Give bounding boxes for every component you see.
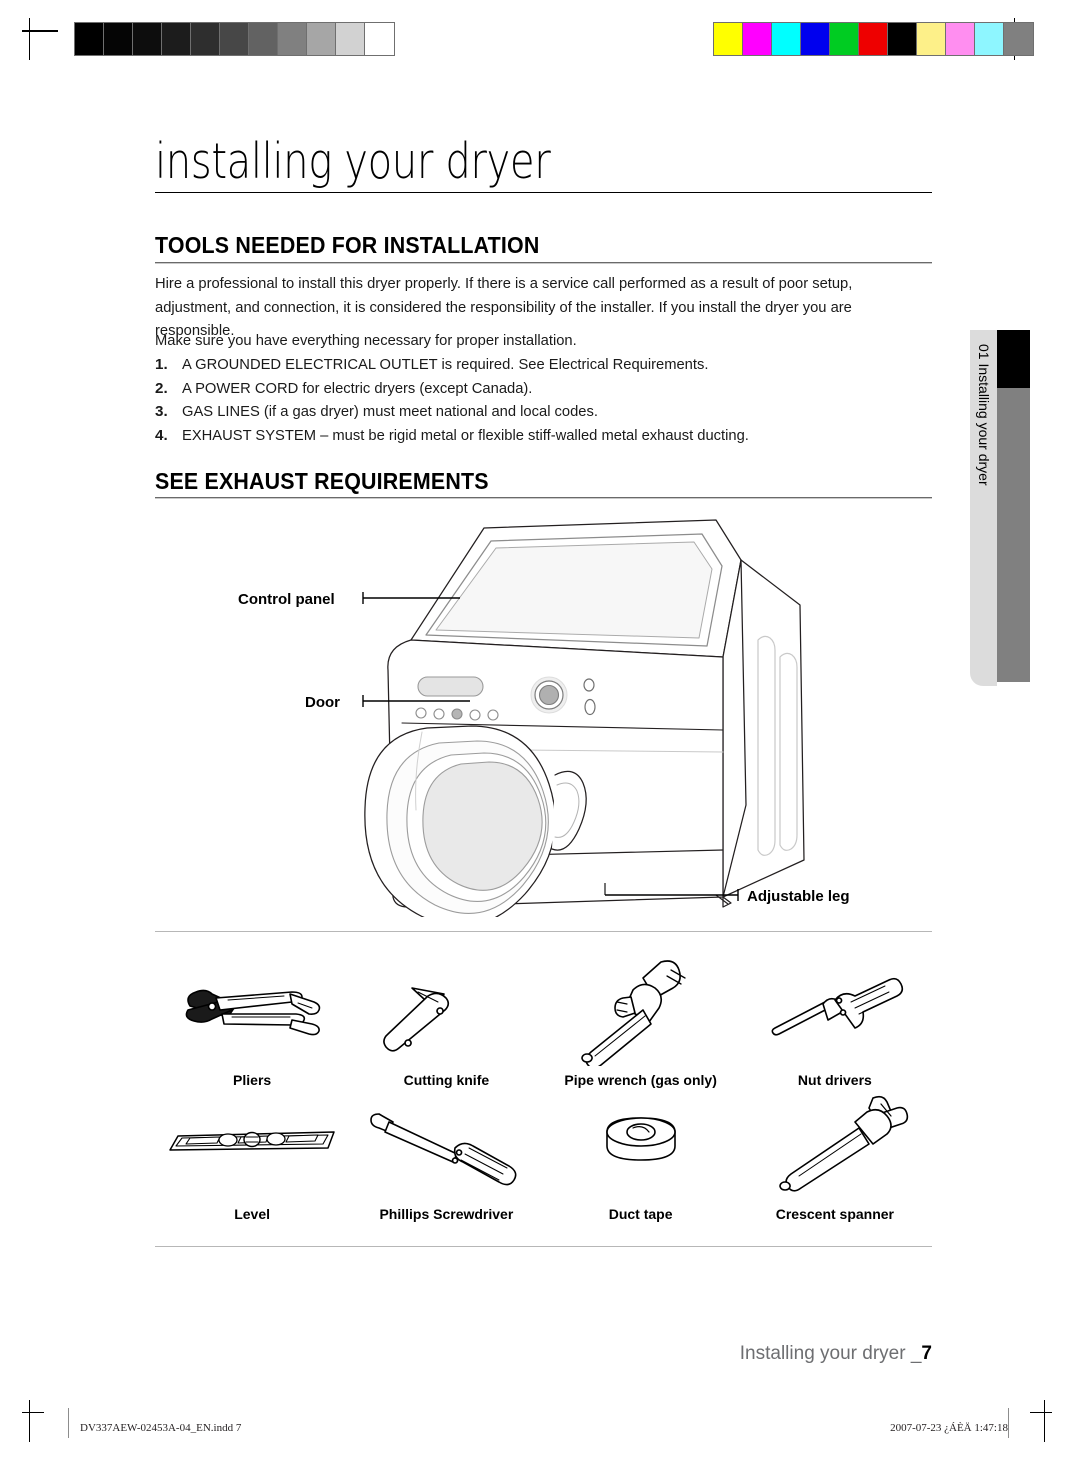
tool-cell-nut-drivers: Nut drivers [738,952,932,1088]
crop-mark-bottom-left-horizontal [22,1412,44,1413]
crop-mark-top-left-horizontal [22,30,58,32]
tools-needed-list: 1. A GROUNDED ELECTRICAL OUTLET is requi… [155,353,945,447]
grayscale-calibration-bar [74,22,395,56]
calibration-swatch [714,23,743,55]
calibration-swatch [278,23,307,55]
tool-cell-duct-tape: Duct tape [544,1086,738,1222]
paragraph-check-everything: Make sure you have everything necessary … [155,332,577,349]
list-item-text: A POWER CORD for electric dryers (except… [182,379,533,397]
tools-grid-row-2: Level Phillips Screwdriver Duct tape Cre… [155,1086,932,1222]
calibration-swatch [772,23,801,55]
nut-drivers-icon [738,952,932,1070]
list-item: 2. A POWER CORD for electric dryers (exc… [155,377,945,401]
tool-cell-level: Level [155,1086,349,1222]
calibration-swatch [75,23,104,55]
calibration-swatch [307,23,336,55]
calibration-swatch [191,23,220,55]
pipe-wrench-icon [544,952,738,1070]
tool-label: Duct tape [608,1206,673,1222]
calibration-swatch [365,23,394,55]
calibration-swatch [888,23,917,55]
section-heading-tools-needed: TOOLS NEEDED FOR INSTALLATION [155,232,540,258]
chapter-thumb-tab-label: 01 Installing your dryer [976,344,992,486]
list-item-number: 4. [155,426,168,444]
calibration-swatch [946,23,975,55]
tools-grid-row-1: Pliers Cutting knife Pipe wrench (gas on… [155,952,932,1088]
chapter-thumb-tab: 01 Installing your dryer [970,330,1030,686]
page-number: 7 [921,1343,932,1364]
calibration-swatch [162,23,191,55]
crop-mark-bottom-right-vertical [1044,1400,1045,1442]
calibration-swatch [917,23,946,55]
front-load-dryer-diagram: Control panel Door Adjustable leg [150,505,940,927]
section-heading-see-exhaust-requirements: SEE EXHAUST REQUIREMENTS [155,468,489,494]
list-item-text: EXHAUST SYSTEM – must be rigid metal or … [182,426,749,444]
calibration-swatch [975,23,1004,55]
chapter-thumb-tab-black-block [997,330,1030,388]
calibration-swatch [249,23,278,55]
tool-cell-cutting-knife: Cutting knife [349,952,543,1088]
tool-cell-pliers: Pliers [155,952,349,1088]
list-item: 4. EXHAUST SYSTEM – must be rigid metal … [155,424,945,448]
calibration-swatch [220,23,249,55]
cutting-knife-icon [349,952,543,1070]
calibration-swatch [1004,23,1033,55]
crescent-spanner-icon [738,1086,932,1204]
crop-mark-bottom-left-vertical [29,1400,30,1442]
pliers-icon [155,952,349,1070]
list-item-text: GAS LINES (if a gas dryer) must meet nat… [182,403,598,420]
list-item-number: 1. [155,356,168,373]
calibration-swatch [104,23,133,55]
color-calibration-bar [713,22,1034,56]
running-footer: Installing your dryer _7 [155,1343,932,1365]
running-footer-title: Installing your dryer _ [739,1343,922,1364]
list-item: 3. GAS LINES (if a gas dryer) must meet … [155,400,945,424]
calibration-swatch [830,23,859,55]
print-footer-divider-left [68,1408,69,1438]
page-title: installing your dryer [155,133,551,190]
duct-tape-icon [544,1086,738,1204]
tools-rule-bottom [155,1246,932,1247]
calibration-swatch [336,23,365,55]
title-rule [155,192,932,193]
tool-label: Phillips Screwdriver [379,1206,514,1222]
crop-mark-bottom-right-horizontal [1030,1412,1052,1413]
list-item-number: 2. [155,379,168,397]
print-footer-timestamp: 2007-07-23 ¿ÁÈÄ 1:47:18 [890,1422,1008,1434]
tools-rule-top [155,931,932,932]
phillips-screwdriver-icon [349,1086,543,1204]
tool-label: Crescent spanner [775,1206,895,1222]
tool-cell-pipe-wrench: Pipe wrench (gas only) [544,952,738,1088]
section-rule-see-exhaust-requirements [155,497,932,499]
print-footer-filename: DV337AEW-02453A-04_EN.indd 7 [80,1422,242,1434]
print-footer-divider-right [1008,1408,1009,1438]
level-icon [155,1086,349,1204]
tool-cell-phillips-screwdriver: Phillips Screwdriver [349,1086,543,1222]
calibration-swatch [133,23,162,55]
section-rule-tools-needed [155,262,932,264]
calibration-swatch [801,23,830,55]
callout-label-door: Door [305,694,340,711]
callout-label-control-panel: Control panel [238,591,335,608]
list-item-text: A GROUNDED ELECTRICAL OUTLET is required… [182,356,709,373]
crop-mark-top-left-vertical [29,18,30,60]
dryer-illustration-svg [362,519,805,927]
calibration-swatch [743,23,772,55]
list-item-number: 3. [155,403,168,420]
callout-label-adjustable-leg: Adjustable leg [747,888,850,905]
list-item: 1. A GROUNDED ELECTRICAL OUTLET is requi… [155,353,945,377]
tool-cell-crescent-spanner: Crescent spanner [738,1086,932,1222]
calibration-swatch [859,23,888,55]
tool-label: Level [234,1206,271,1222]
